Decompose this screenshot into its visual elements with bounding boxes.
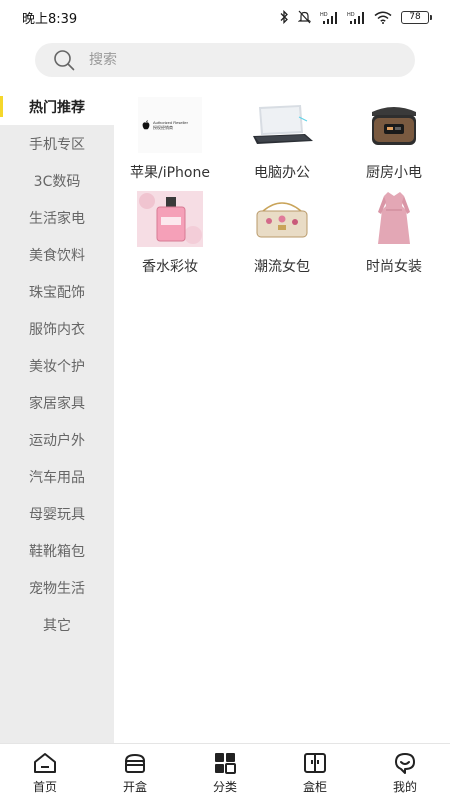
sidebar-item-hot[interactable]: 热门推荐	[0, 88, 114, 125]
sidebar-item-label: 美妆个护	[29, 358, 85, 375]
tab-profile[interactable]: 我的	[360, 744, 450, 800]
category-perfume[interactable]: 香水彩妆	[114, 190, 226, 276]
tab-label: 开盒	[122, 780, 147, 794]
sidebar-item-beauty[interactable]: 美妆个护	[0, 347, 114, 384]
category-sidebar: 热门推荐 手机专区 3C数码 生活家电 美食饮料 珠宝配饰 服饰内衣 美妆个护 …	[0, 88, 114, 743]
sidebar-item-label: 服饰内衣	[29, 321, 85, 338]
category-bags[interactable]: 潮流女包	[226, 190, 338, 276]
status-bar: 晚上8:39 HD HD 78	[0, 0, 450, 34]
dress-image	[361, 190, 427, 248]
sidebar-item-label: 手机专区	[29, 136, 85, 153]
handbag-image	[249, 190, 315, 248]
sidebar-item-sports[interactable]: 运动户外	[0, 421, 114, 458]
sidebar-item-baby[interactable]: 母婴玩具	[0, 495, 114, 532]
sidebar-item-auto[interactable]: 汽车用品	[0, 458, 114, 495]
rice-cooker-image	[361, 96, 427, 154]
tab-cabinet[interactable]: 盒柜	[270, 744, 360, 800]
sidebar-item-apparel[interactable]: 服饰内衣	[0, 310, 114, 347]
sidebar-item-home[interactable]: 家居家具	[0, 384, 114, 421]
sidebar-item-label: 其它	[43, 617, 71, 634]
sidebar-item-label: 珠宝配饰	[29, 284, 85, 301]
tab-label: 首页	[32, 780, 57, 794]
profile-icon	[395, 753, 415, 774]
apple-logo-icon	[142, 120, 150, 130]
status-icons: HD HD 78	[279, 10, 432, 24]
bottom-tab-bar: 首页 开盒 分类 盒柜 我的	[0, 743, 450, 800]
category-kitchen[interactable]: 厨房小电	[338, 96, 450, 182]
sidebar-item-label: 家居家具	[29, 395, 85, 412]
tab-home[interactable]: 首页	[0, 744, 90, 800]
category-icon	[215, 753, 236, 774]
category-womens-fashion[interactable]: 时尚女装	[338, 190, 450, 276]
category-label: 电脑办公	[254, 165, 310, 181]
sidebar-item-pets[interactable]: 宠物生活	[0, 569, 114, 606]
tab-open-box[interactable]: 开盒	[90, 744, 180, 800]
sidebar-item-label: 美食饮料	[29, 247, 85, 264]
wifi-icon	[374, 11, 392, 24]
sidebar-item-phone[interactable]: 手机专区	[0, 125, 114, 162]
search-bar[interactable]	[35, 43, 415, 77]
sidebar-item-food[interactable]: 美食饮料	[0, 236, 114, 273]
sidebar-item-appliances[interactable]: 生活家电	[0, 199, 114, 236]
network-label-2: HD	[347, 12, 355, 18]
reseller-text-2: 授权经销商	[153, 125, 173, 130]
sidebar-item-label: 生活家电	[29, 210, 85, 227]
sidebar-item-label: 3C数码	[33, 173, 81, 190]
category-label: 苹果/iPhone	[130, 165, 210, 181]
laptop-image	[249, 96, 315, 154]
battery-level: 78	[401, 10, 429, 24]
sidebar-item-label: 宠物生活	[29, 580, 85, 597]
category-computer[interactable]: 电脑办公	[226, 96, 338, 182]
category-label: 潮流女包	[254, 259, 310, 275]
home-icon	[34, 753, 56, 773]
sidebar-item-label: 热门推荐	[29, 99, 85, 116]
status-time: 晚上8:39	[22, 11, 78, 27]
sidebar-item-3c[interactable]: 3C数码	[0, 162, 114, 199]
mute-bell-icon	[298, 10, 311, 24]
category-apple[interactable]: Authorized Reseller 授权经销商 苹果/iPhone	[114, 96, 226, 182]
tab-label: 分类	[212, 780, 237, 794]
sidebar-item-other[interactable]: 其它	[0, 606, 114, 643]
sidebar-item-jewelry[interactable]: 珠宝配饰	[0, 273, 114, 310]
category-label: 厨房小电	[366, 165, 422, 181]
tab-category[interactable]: 分类	[180, 744, 270, 800]
cabinet-icon	[304, 753, 326, 773]
sidebar-item-label: 鞋靴箱包	[29, 543, 85, 560]
battery-icon: 78	[401, 10, 432, 24]
tab-label: 我的	[392, 780, 417, 794]
sidebar-item-label: 运动户外	[29, 432, 85, 449]
sidebar-item-label: 汽车用品	[29, 469, 85, 486]
network-label-1: HD	[320, 12, 328, 18]
category-grid: Authorized Reseller 授权经销商 苹果/iPhone 电脑办公	[114, 88, 450, 276]
signal-icon-1: HD	[320, 11, 337, 24]
perfume-image	[137, 190, 203, 248]
apple-reseller-image: Authorized Reseller 授权经销商	[137, 96, 203, 154]
tab-label: 盒柜	[302, 780, 327, 794]
category-label: 香水彩妆	[142, 259, 198, 275]
search-icon	[54, 50, 75, 71]
active-indicator	[0, 96, 3, 117]
search-input[interactable]	[89, 52, 369, 68]
signal-icon-2: HD	[347, 11, 364, 24]
sidebar-item-shoes-bags[interactable]: 鞋靴箱包	[0, 532, 114, 569]
bluetooth-icon	[280, 10, 288, 24]
box-open-icon	[124, 753, 146, 773]
sidebar-item-label: 母婴玩具	[29, 506, 85, 523]
category-label: 时尚女装	[366, 259, 422, 275]
